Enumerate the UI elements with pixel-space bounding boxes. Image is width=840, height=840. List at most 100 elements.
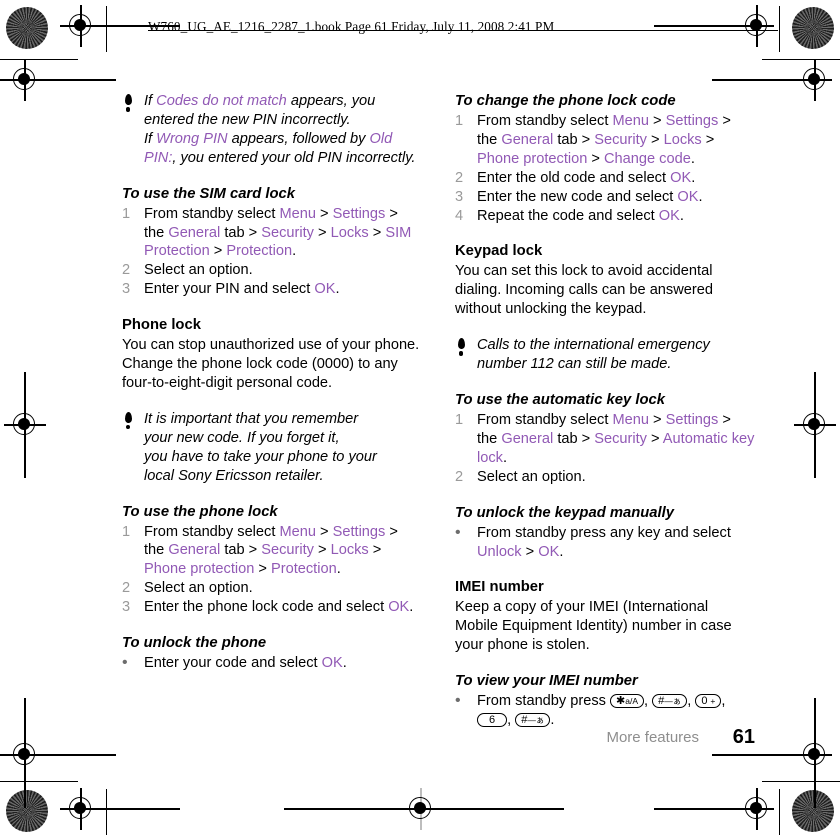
text-run: . <box>502 449 508 466</box>
keycap-sub: —ぁ <box>664 696 682 707</box>
step-item: 4 Repeat the code and select OK. <box>455 207 755 226</box>
keycap-main: ✱ <box>616 695 626 708</box>
text-run: > <box>701 131 715 148</box>
text-run: . <box>292 243 297 260</box>
step-bullet: • <box>122 654 128 672</box>
text-run: Enter your code and select <box>144 655 322 672</box>
text-run: tab > <box>553 131 595 148</box>
ui-term: General <box>501 131 554 148</box>
keycap-main: 6 <box>489 714 496 727</box>
step-text: From standby select Menu > Settings > th… <box>477 411 755 468</box>
text-run: . <box>342 655 347 672</box>
heading-to-change-phone-lock-code: To change the phone lock code <box>455 93 676 109</box>
text-run: . <box>559 543 564 560</box>
step-text: From standby select Menu > Settings > th… <box>144 205 422 262</box>
step-number: 3 <box>455 188 464 205</box>
ui-term: Locks <box>330 542 369 559</box>
note-run: entered the new PIN incorrectly. <box>144 111 351 128</box>
steps-auto-key-lock: 1 From standby select Menu > Settings > … <box>455 411 755 487</box>
ui-term: Wrong PIN <box>156 130 228 147</box>
text-run: > <box>368 542 382 559</box>
note-run: , you entered your old PIN incorrectly. <box>172 149 416 166</box>
ui-term: OK <box>388 599 410 616</box>
heading-to-unlock-phone: To unlock the phone <box>122 635 267 652</box>
heading-keypad-lock: Keypad lock <box>455 243 543 260</box>
text-run: . <box>336 561 341 578</box>
ui-term: OK <box>670 169 692 186</box>
step-bullet: • <box>455 692 461 710</box>
step-number: 1 <box>122 523 131 540</box>
exclamation-note-icon <box>456 338 466 356</box>
heading-to-use-phone-lock: To use the phone lock <box>122 503 278 520</box>
text-run: tab > <box>220 542 262 559</box>
note-run: you have to take your phone to your <box>144 448 377 465</box>
step-number: 4 <box>455 207 464 224</box>
ui-term: Menu <box>279 523 316 540</box>
text-run: > <box>521 543 539 560</box>
note-run: your new code. If you forget it, <box>144 429 340 446</box>
text-run: > <box>209 243 227 260</box>
text-run: > <box>587 150 604 167</box>
ui-term: Settings <box>332 205 386 222</box>
text-run: . <box>698 188 703 205</box>
keycap-six-icon: 6 <box>477 713 508 728</box>
step-text: Enter the phone lock code and select OK. <box>144 598 422 617</box>
left-column: If Codes do not match appears, you enter… <box>122 92 422 673</box>
note-text: If Codes do not match appears, you enter… <box>144 92 422 168</box>
right-column: To change the phone lock code 1 From sta… <box>455 92 755 730</box>
text-run: > <box>646 131 664 148</box>
ui-term: General <box>168 542 221 559</box>
ui-term: Security <box>594 131 647 148</box>
note-run: local Sony Ericsson retailer. <box>144 467 324 484</box>
keycap-asterisk-icon: ✱a/A <box>610 694 644 709</box>
step-item: 1 From standby select Menu > Settings > … <box>122 523 422 580</box>
ui-term: PIN: <box>144 149 173 166</box>
keycap-hash-icon: #—ぁ <box>515 713 551 728</box>
step-item: 3 Enter the phone lock code and select O… <box>122 598 422 617</box>
note-run: appears, followed by <box>227 130 370 147</box>
text-run: Enter the old code and select <box>477 169 671 186</box>
note-run: number 112 can still be made. <box>477 356 672 373</box>
step-number: 2 <box>122 262 131 279</box>
text-run: > <box>646 430 663 447</box>
step-text: Enter the new code and select OK. <box>477 188 755 207</box>
step-number: 2 <box>455 169 464 186</box>
text-run: , <box>507 712 516 729</box>
ui-term: Menu <box>279 205 316 222</box>
ui-term: Security <box>261 542 314 559</box>
step-text: From standby select Menu > Settings > th… <box>144 523 422 580</box>
note-run: If <box>144 93 157 109</box>
keycap-sub: a/A <box>625 696 638 707</box>
step-text: Enter your PIN and select OK. <box>144 280 422 299</box>
text-run: Enter the new code and select <box>477 188 678 205</box>
text-run: From standby select <box>144 205 280 222</box>
ui-term: General <box>168 224 221 241</box>
step-number: 1 <box>455 411 464 428</box>
ui-term: OK <box>658 207 680 224</box>
note-emergency-number-112: Calls to the international emergency num… <box>455 336 755 374</box>
text-run: , <box>721 693 726 710</box>
note-remember-new-code: It is important that you remember your n… <box>122 410 422 486</box>
footer-page-number: 61 <box>732 726 755 748</box>
heading-imei-number: IMEI number <box>455 579 544 596</box>
text-run: > <box>648 411 666 428</box>
ui-term: Unlock <box>477 543 522 560</box>
step-item: • From standby press ✱a/A, #—ぁ, 0 +, 6, … <box>455 692 755 730</box>
step-item: • From standby press any key and select … <box>455 524 755 562</box>
step-number: 3 <box>122 599 131 616</box>
ui-term: Phone protection <box>144 561 255 578</box>
ui-term: OK <box>321 655 343 672</box>
step-text: From standby press any key and select Un… <box>477 524 755 562</box>
step-text: Select an option. <box>144 580 253 597</box>
ui-term: Protection <box>226 243 293 260</box>
step-item: 3 Enter your PIN and select OK. <box>122 280 422 299</box>
text-run: > <box>648 113 666 129</box>
ui-term: OK <box>538 543 560 560</box>
heading-phone-lock: Phone lock <box>122 317 201 334</box>
